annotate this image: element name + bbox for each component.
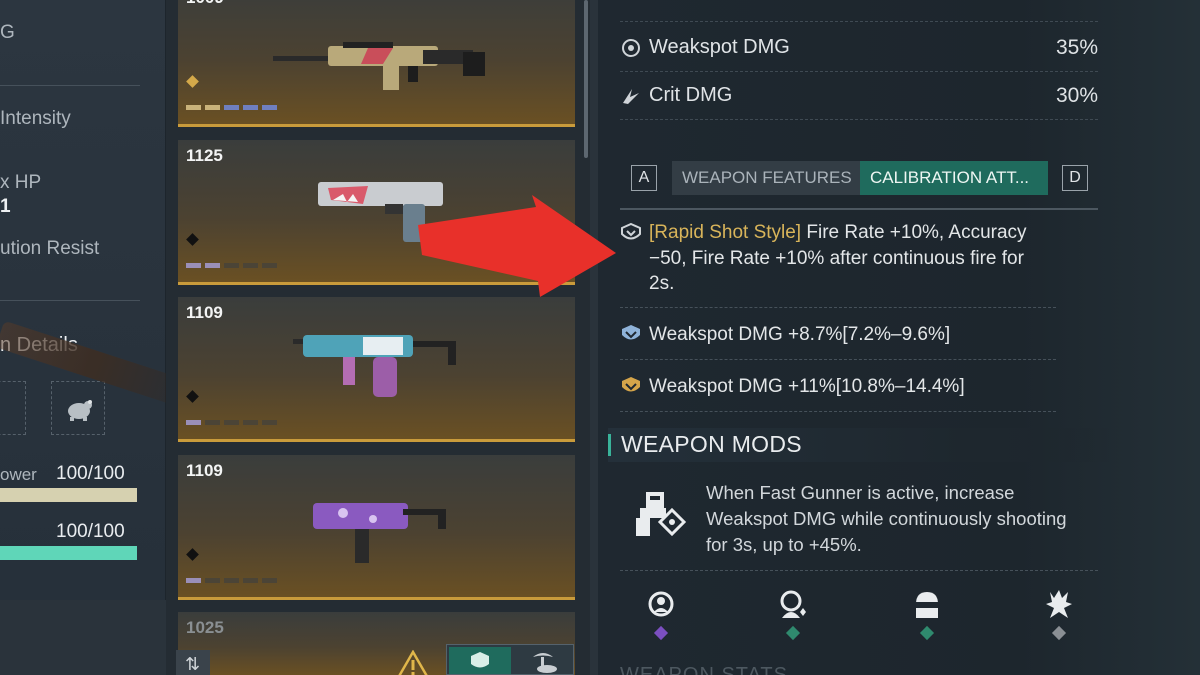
stat-row: Weakspot DMG 35%	[620, 24, 1098, 72]
mod-slot[interactable]	[1042, 588, 1076, 644]
rarity-gem	[653, 625, 669, 641]
red-arrow-annotation	[418, 195, 616, 297]
weapon-stats-heading: WEAPON STATS	[620, 664, 788, 675]
attribute-text: Weakspot DMG +8.7%[7.2%–9.6%]	[649, 324, 951, 345]
character-stats-panel: G Intensity x HP 1 ution Resist n Detail…	[0, 0, 166, 600]
pet-slot[interactable]	[51, 381, 105, 435]
rarity-gem	[1051, 625, 1067, 641]
section-accent	[608, 434, 611, 456]
secondary-value: 100/100	[56, 521, 125, 542]
rarity-diamond	[186, 75, 199, 88]
next-tab-key[interactable]: D	[1062, 165, 1088, 191]
filter-weapon-tab[interactable]	[449, 647, 511, 674]
prev-tab-key[interactable]: A	[631, 165, 657, 191]
mod-description: When Fast Gunner is active, increase Wea…	[706, 482, 1067, 555]
power-value: 100/100	[56, 463, 125, 484]
weapon-card[interactable]: 1009	[178, 0, 575, 127]
mods-divider	[620, 570, 1098, 571]
weapon-mods-header: WEAPON MODS	[608, 428, 1120, 462]
smg-image	[293, 335, 456, 397]
crit-icon	[623, 89, 639, 104]
filter-terrain-tab[interactable]	[513, 647, 573, 674]
burst-mod-icon	[1046, 590, 1072, 618]
weakspot-icon	[622, 39, 640, 57]
assault-rifle-image	[273, 42, 485, 90]
rapid-shot-icon	[621, 222, 641, 240]
stat-row-partial	[620, 0, 1098, 22]
rarity-gem	[919, 625, 935, 641]
filter-toggle[interactable]	[446, 644, 574, 675]
shield-icon	[471, 652, 489, 668]
calibration-attribute: [Rapid Shot Style] Fire Rate +10%, Accur…	[620, 220, 1056, 308]
sort-icon: ⇅	[185, 654, 201, 674]
weapon-level: 1125	[186, 146, 223, 165]
rarity-diamond	[186, 548, 199, 561]
rarity-diamond	[186, 233, 199, 246]
list-toolbar: ⇅	[176, 644, 576, 675]
blue-calibration-icon	[622, 325, 640, 340]
weapon-level: 1109	[186, 303, 223, 322]
power-bar	[0, 488, 137, 502]
upgrade-pips	[186, 420, 277, 425]
tabs-underline	[620, 208, 1098, 210]
attribute-text: [Rapid Shot Style] Fire Rate +10%, Accur…	[649, 222, 1027, 294]
compact-smg-image	[313, 503, 446, 563]
divider	[0, 85, 140, 86]
divider	[0, 300, 140, 301]
secondary-bar	[0, 546, 137, 560]
calibration-attribute: Weakspot DMG +11%[10.8%–14.4%]	[620, 374, 1056, 412]
weapon-card[interactable]: 1109	[178, 297, 575, 442]
section-title: WEAPON MODS	[621, 431, 802, 457]
tab-weapon-features[interactable]: WEAPON FEATURES	[672, 161, 860, 195]
power-label: ower	[0, 465, 37, 484]
weapon-level: 1025	[186, 618, 224, 637]
warning-icon[interactable]	[396, 649, 430, 675]
mod-slot[interactable]	[644, 588, 678, 644]
rarity-diamond	[186, 390, 199, 403]
stat-value-max-hp: 1	[0, 196, 11, 217]
sort-button[interactable]: ⇅	[176, 650, 210, 675]
stat-value: 35%	[1055, 36, 1098, 59]
turtle-icon	[68, 400, 92, 421]
tab-calibration-attributes[interactable]: CALIBRATION ATT...	[860, 161, 1048, 195]
stat-label-pollution-resist: ution Resist	[0, 238, 100, 259]
upgrade-pips	[186, 578, 277, 583]
attribute-text: Weakspot DMG +11%[10.8%–14.4%]	[649, 376, 965, 397]
stat-name: Weakspot DMG	[649, 36, 790, 58]
gunner-mod-icon	[780, 590, 806, 618]
palm-tree-icon	[533, 653, 557, 673]
helmet-mod-icon	[916, 592, 938, 618]
weapon-card[interactable]: 1109	[178, 455, 575, 600]
mod-slot[interactable]	[776, 588, 810, 644]
weapon-level: 1009	[186, 0, 224, 8]
mod-slot[interactable]	[910, 588, 944, 644]
empty-slot[interactable]	[0, 381, 26, 435]
stat-label-partial: G	[0, 22, 15, 43]
stat-row: Crit DMG 30%	[620, 72, 1098, 120]
crosshair-mod-icon	[648, 591, 674, 617]
gold-calibration-icon	[622, 377, 640, 392]
stat-value: 30%	[1055, 84, 1098, 107]
fast-gunner-mod-icon[interactable]	[632, 488, 692, 548]
upgrade-pips	[186, 105, 277, 110]
weapon-level: 1109	[186, 461, 223, 480]
rarity-gem	[785, 625, 801, 641]
list-scrollbar[interactable]	[584, 0, 588, 158]
stat-label-intensity: Intensity	[0, 108, 71, 129]
upgrade-pips	[186, 263, 277, 268]
attribute-tag: [Rapid Shot Style]	[649, 222, 802, 243]
stat-name: Crit DMG	[649, 84, 733, 106]
calibration-attribute: Weakspot DMG +8.7%[7.2%–9.6%]	[620, 322, 1056, 360]
stat-label-max-hp: x HP	[0, 172, 42, 193]
